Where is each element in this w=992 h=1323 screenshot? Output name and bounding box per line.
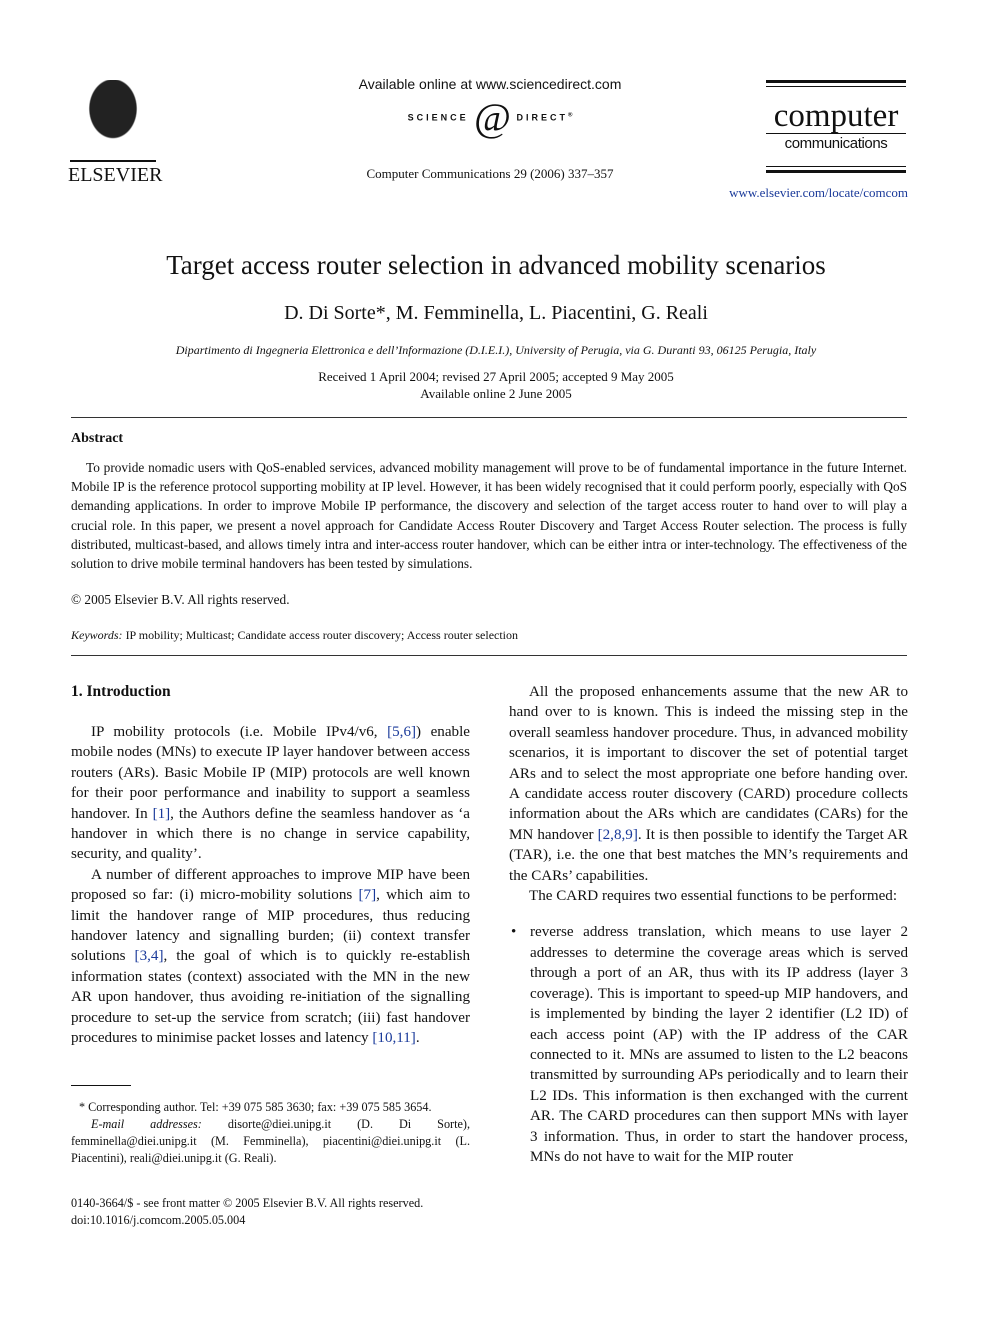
footnotes: * Corresponding author. Tel: +39 075 585… xyxy=(71,1099,470,1167)
keywords: Keywords: IP mobility; Multicast; Candid… xyxy=(71,628,518,643)
sd-logo-right: DIRECT xyxy=(516,112,568,123)
citation-link[interactable]: [2,8,9] xyxy=(598,827,638,843)
available-online-text: Available online at www.sciencedirect.co… xyxy=(358,76,622,92)
journal-url-link[interactable]: www.elsevier.com/locate/comcom xyxy=(700,185,908,201)
paragraph: All the proposed enhancements assume tha… xyxy=(509,682,908,886)
abstract-body: To provide nomadic users with QoS-enable… xyxy=(71,458,907,573)
elsevier-logo: ELSEVIER xyxy=(68,80,163,186)
right-column: All the proposed enhancements assume tha… xyxy=(509,682,908,1167)
journal-logo-line1: computer xyxy=(773,98,899,134)
footnote-rule xyxy=(71,1085,131,1086)
divider xyxy=(71,655,907,656)
sd-at-icon: @ xyxy=(474,95,511,140)
logo-rule xyxy=(766,86,906,87)
email-label: E-mail addresses: xyxy=(91,1117,202,1131)
doi-line: doi:10.1016/j.comcom.2005.05.004 xyxy=(71,1213,246,1227)
citation-link[interactable]: [3,4] xyxy=(135,948,164,964)
elsevier-wordmark: ELSEVIER xyxy=(68,164,163,186)
left-column: IP mobility protocols (i.e. Mobile IPv4/… xyxy=(71,722,470,1049)
journal-logo-line2: communications xyxy=(766,133,906,152)
paper-title: Target access router selection in advanc… xyxy=(166,250,826,280)
citation-link[interactable]: [5,6] xyxy=(387,724,416,740)
list-item: • reverse address translation, which mean… xyxy=(509,922,908,1167)
keywords-list: IP mobility; Multicast; Candidate access… xyxy=(125,628,519,642)
corresponding-author-note: * Corresponding author. Tel: +39 075 585… xyxy=(79,1100,432,1114)
citation-link[interactable]: [10,11] xyxy=(372,1030,415,1046)
sd-logo-left: SCIENCE xyxy=(407,112,469,123)
journal-logo: computer communications xyxy=(766,80,906,173)
bullet-icon: • xyxy=(511,924,517,941)
divider xyxy=(71,417,907,418)
elsevier-tree-icon xyxy=(70,80,156,162)
text: IP mobility protocols (i.e. Mobile IPv4/… xyxy=(91,724,388,740)
abstract-text: To provide nomadic users with QoS-enable… xyxy=(71,460,907,572)
received-dates: Received 1 April 2004; revised 27 April … xyxy=(318,369,674,384)
paragraph: IP mobility protocols (i.e. Mobile IPv4/… xyxy=(71,722,470,865)
affiliation: Dipartimento di Ingegneria Elettronica e… xyxy=(175,343,817,357)
abstract-heading: Abstract xyxy=(71,431,124,446)
logo-rule xyxy=(766,80,906,83)
section-heading: 1. Introduction xyxy=(71,683,171,700)
journal-reference: Computer Communications 29 (2006) 337–35… xyxy=(366,166,614,181)
text: . xyxy=(415,1030,420,1047)
list-item-text: reverse address translation, which means… xyxy=(530,924,908,1165)
copyright-notice: © 2005 Elsevier B.V. All rights reserved… xyxy=(71,592,290,607)
article-history: Received 1 April 2004; revised 27 April … xyxy=(60,368,932,402)
keywords-label: Keywords: xyxy=(71,628,123,642)
sd-tm-mark: ® xyxy=(567,112,573,119)
sciencedirect-logo: SCIENCE @ DIRECT® xyxy=(380,98,600,138)
citation-link[interactable]: [7] xyxy=(359,887,377,903)
available-online-date: Available online 2 June 2005 xyxy=(420,386,572,401)
author-list: D. Di Sorte*, M. Femminella, L. Piacenti… xyxy=(284,302,708,324)
paragraph: A number of different approaches to impr… xyxy=(71,865,470,1049)
logo-rule xyxy=(766,170,906,173)
issn-line: 0140-3664/$ - see front matter © 2005 El… xyxy=(71,1196,424,1210)
front-matter: 0140-3664/$ - see front matter © 2005 El… xyxy=(71,1195,470,1229)
text: All the proposed enhancements assume tha… xyxy=(509,684,908,843)
email-addresses-note: E-mail addresses: disorte@diei.unipg.it … xyxy=(71,1116,470,1167)
paragraph: The CARD requires two essential function… xyxy=(529,888,898,905)
logo-rule xyxy=(766,166,906,167)
citation-link[interactable]: [1] xyxy=(153,806,171,822)
bullet-list: • reverse address translation, which mean… xyxy=(509,922,908,1167)
